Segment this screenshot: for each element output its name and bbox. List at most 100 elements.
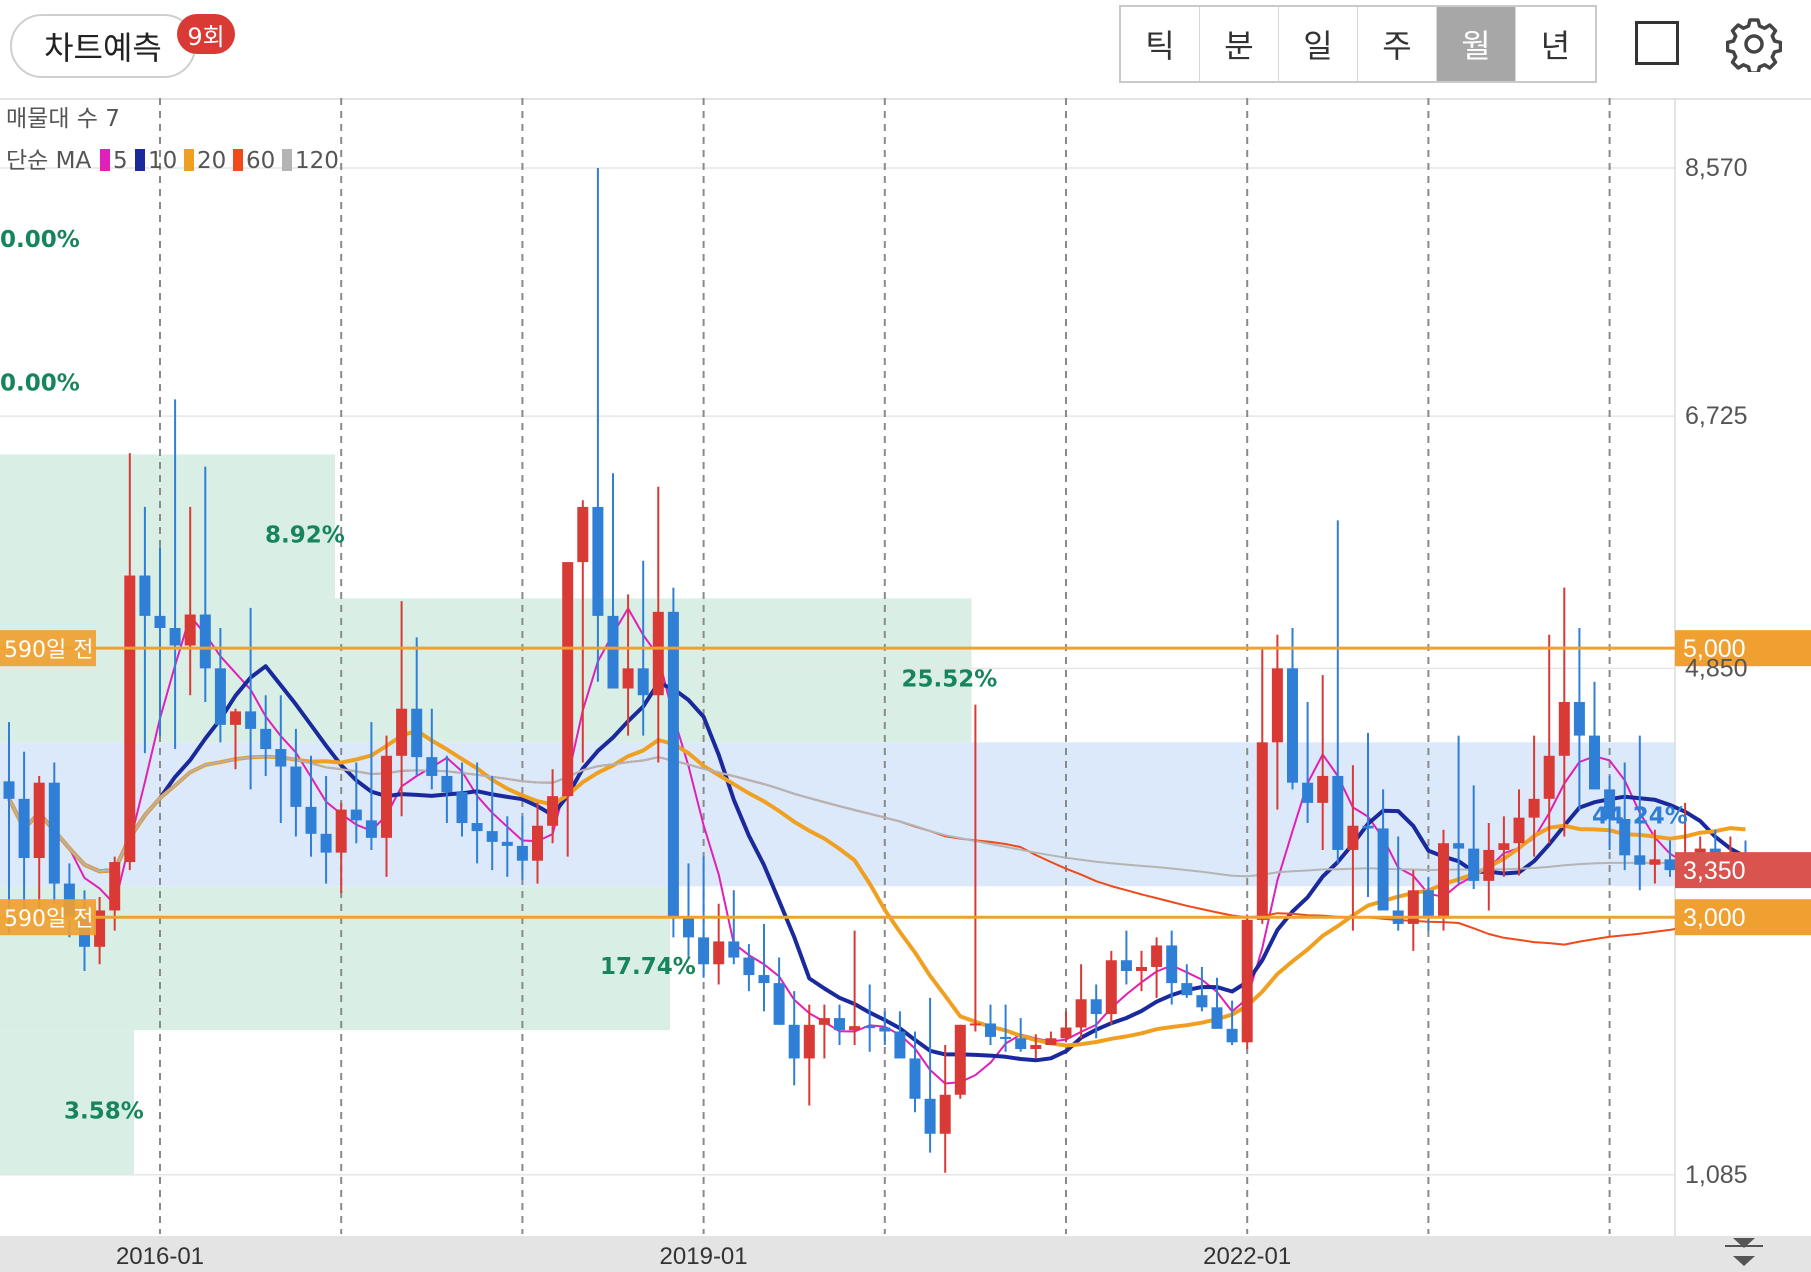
candle-body [1256, 742, 1268, 920]
tab-week[interactable]: 주 [1358, 7, 1437, 81]
candle-body [698, 937, 710, 965]
legend: 매물대 수 7 단순 MA 5 10 20 60 120 [6, 106, 339, 174]
candle-body [350, 809, 362, 821]
candle-body [381, 755, 392, 838]
period-tabs: 틱 분 일 주 월 년 [1119, 5, 1597, 83]
y-tick-label: 1,085 [1685, 1161, 1748, 1189]
square-icon[interactable] [1635, 21, 1679, 65]
candle-body [1407, 890, 1419, 924]
candle-body [939, 1094, 951, 1134]
candle-body [1589, 735, 1600, 790]
ma-legend-title: 단순 MA [6, 148, 91, 174]
candle-body [532, 825, 543, 861]
candle-body [18, 798, 30, 859]
candle-body [305, 806, 317, 834]
candle-body [924, 1098, 936, 1134]
candle-body [864, 1026, 876, 1029]
candle-body [109, 862, 121, 911]
candle-body [1030, 1044, 1042, 1050]
candle-body [3, 781, 15, 799]
candle-body [1347, 825, 1359, 850]
candle-body [1664, 859, 1676, 871]
candle-body [728, 941, 740, 958]
candle-body [426, 757, 438, 776]
candle-body [773, 983, 785, 1025]
volume-percent-label: 25.52% [902, 666, 998, 692]
candle-body [1468, 848, 1480, 881]
candle-body [245, 711, 257, 729]
candle-body [713, 941, 725, 965]
candle-body [652, 611, 664, 696]
ma-legend-swatch [100, 149, 110, 171]
candle-body [275, 749, 287, 767]
candle-body [849, 1026, 861, 1031]
ma-legend-label: 20 [197, 148, 226, 174]
candle-body [154, 615, 166, 628]
ma-legend-swatch [282, 149, 292, 171]
candle-body [1241, 919, 1253, 1043]
candle-body [1000, 1036, 1012, 1039]
price-tag-label: 3,000 [1683, 904, 1746, 932]
candle-body [1090, 999, 1102, 1015]
candle-body [1211, 1007, 1223, 1029]
candle-body [33, 782, 45, 859]
candle-body [199, 614, 211, 669]
candle-body [1362, 825, 1374, 829]
candle-body [834, 1018, 845, 1031]
candle-body [758, 975, 770, 984]
candle-body [954, 1024, 966, 1095]
candle-body [622, 668, 634, 689]
candle-body [516, 845, 528, 861]
candle-body [592, 506, 604, 616]
candle-body [1558, 701, 1570, 756]
x-axis-bar [0, 1236, 1811, 1272]
ma-legend-label: 60 [246, 148, 275, 174]
y-tick-label: 8,570 [1685, 154, 1748, 182]
candle-body [909, 1058, 921, 1099]
tab-month[interactable]: 월 [1437, 7, 1516, 81]
tab-minute[interactable]: 분 [1200, 7, 1279, 81]
candle-body [879, 1027, 891, 1032]
candle-body [1513, 817, 1525, 844]
candle-body [969, 1023, 981, 1026]
candle-body [1573, 701, 1585, 736]
tab-day[interactable]: 일 [1279, 7, 1358, 81]
candle-body [1634, 855, 1646, 865]
gear-icon[interactable] [1726, 16, 1782, 72]
candle-body [577, 506, 589, 563]
candle-body [1332, 775, 1344, 850]
candle-body [1045, 1038, 1057, 1045]
tab-year[interactable]: 년 [1516, 7, 1595, 81]
candle-body [637, 668, 649, 696]
candle-body [1271, 668, 1283, 743]
y-tick-label: 6,725 [1685, 402, 1748, 430]
candle-body [184, 614, 196, 646]
candle-body [1543, 755, 1555, 799]
x-tick-label: 2019-01 [660, 1243, 748, 1270]
candle-body [365, 820, 377, 838]
candle-body [1453, 843, 1465, 849]
candle-body [985, 1023, 996, 1037]
volume-percent-label: 17.74% [600, 954, 696, 980]
chart-predict-button[interactable]: 차트예측 9회 [10, 14, 235, 78]
ma-legend-swatch [184, 149, 194, 171]
tab-tick[interactable]: 틱 [1121, 7, 1200, 81]
candle-body [1075, 999, 1087, 1028]
ma-legend-label: 10 [148, 148, 177, 174]
candle-body [1438, 843, 1449, 916]
candle-body [230, 711, 241, 725]
highlight-label-left: 590일 전 [4, 907, 93, 932]
candle-body [1498, 843, 1510, 850]
candle-body [139, 575, 151, 616]
candle-body [743, 957, 755, 976]
candle-body [667, 611, 679, 918]
candle-body [260, 728, 272, 750]
candle-body [486, 831, 498, 842]
candle-body [1302, 782, 1314, 803]
candle-body [1528, 798, 1540, 818]
candle-body [818, 1018, 830, 1025]
candle-body [1151, 945, 1163, 967]
predict-count-badge: 9회 [177, 14, 235, 54]
candle-body [1105, 960, 1117, 1015]
volume-percent-label: 8.92% [265, 522, 345, 548]
